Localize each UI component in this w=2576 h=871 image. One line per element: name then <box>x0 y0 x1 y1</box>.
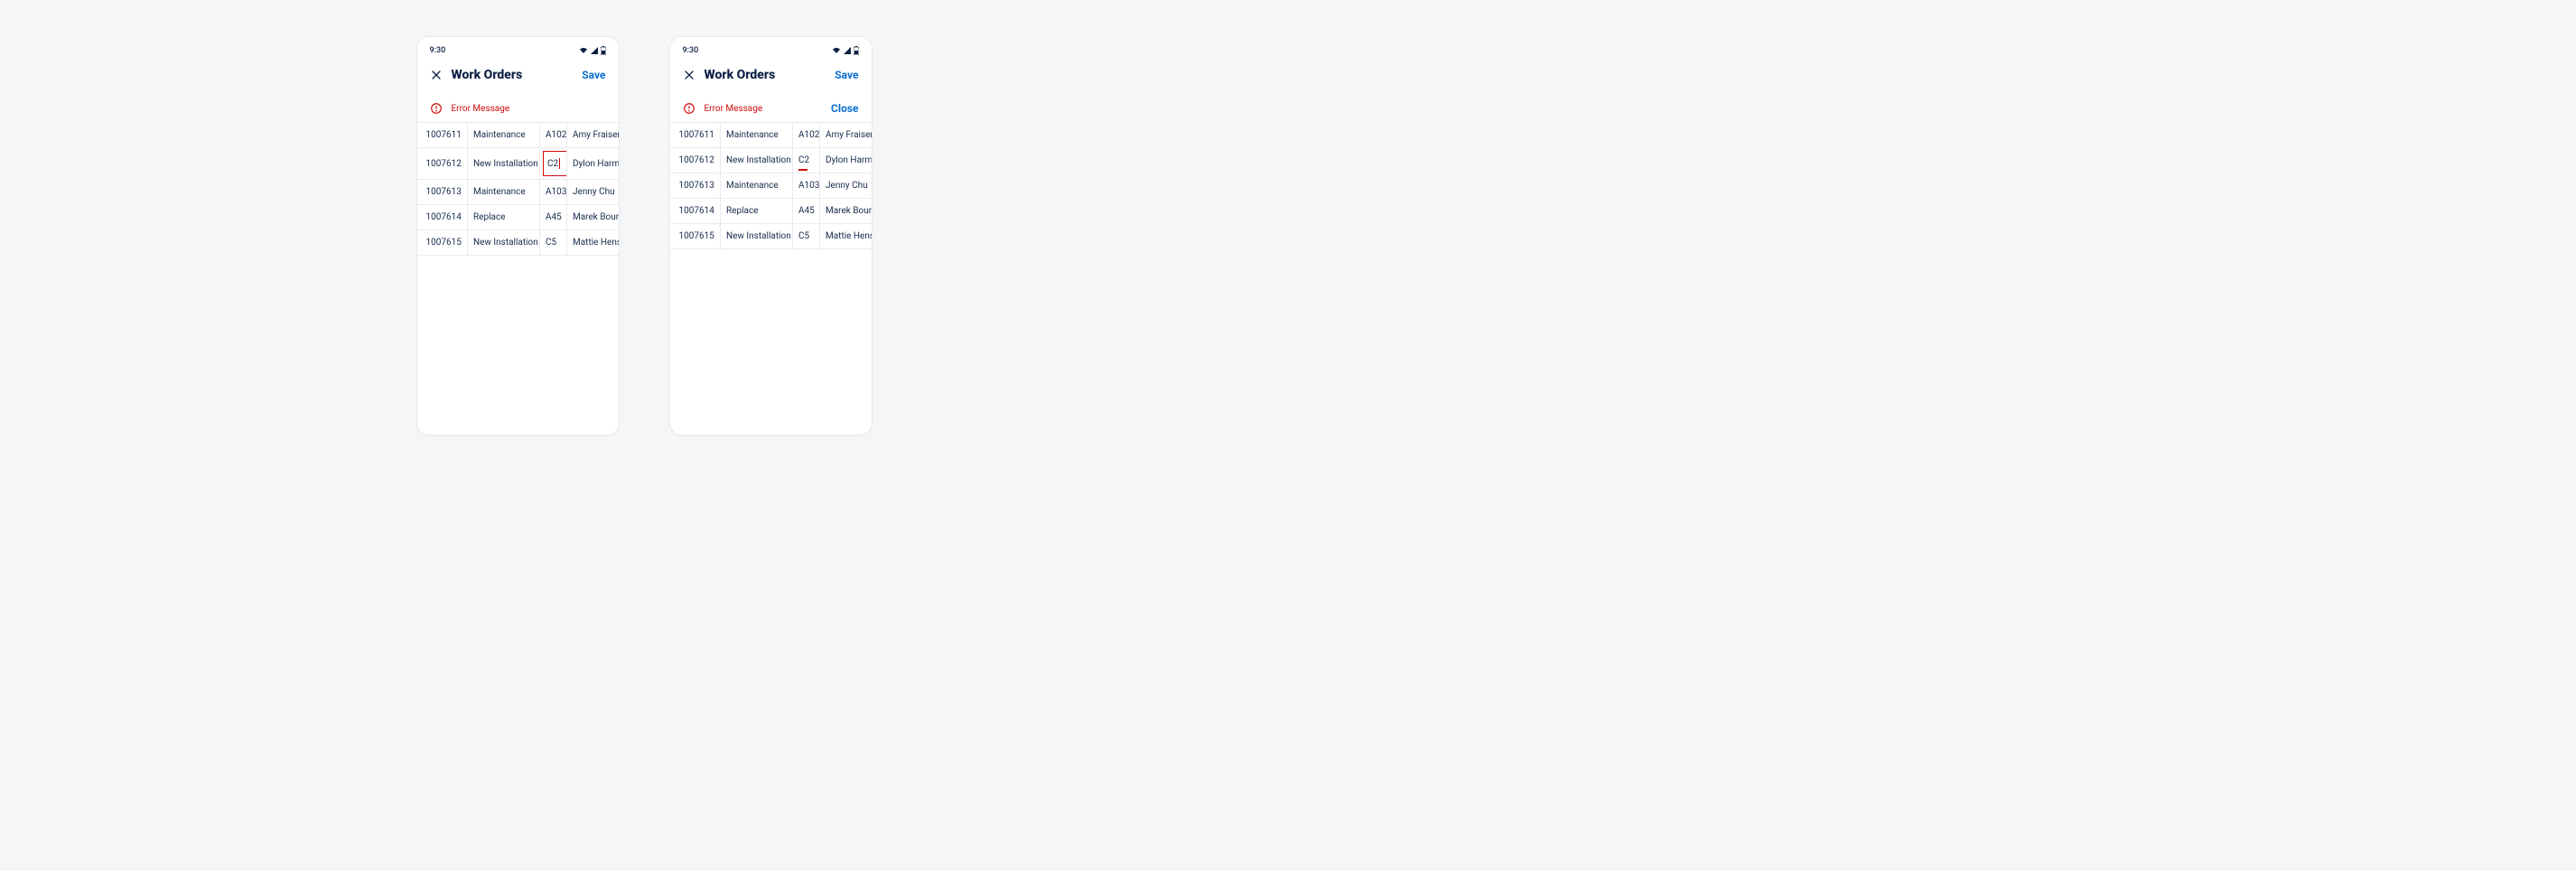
table-row[interactable]: 1007614 Replace A45 Marek Bourne <box>670 199 872 224</box>
table-row[interactable]: 1007613 Maintenance A103 Jenny Chu <box>417 180 619 205</box>
table-row[interactable]: 1007613 Maintenance A103 Jenny Chu <box>670 173 872 199</box>
phone-frame-2: 9:30 Work Orders Save <box>669 36 873 436</box>
cell-id[interactable]: 1007615 <box>670 224 721 249</box>
error-banner: Error Message Close <box>670 95 872 123</box>
cell-assignee[interactable]: Jenny Chu <box>820 173 872 199</box>
cell-assignee[interactable]: Marek Bourne <box>567 205 619 230</box>
page-title: Work Orders <box>452 68 583 82</box>
close-button[interactable]: Close <box>831 102 858 115</box>
cell-type[interactable]: New Installation <box>721 148 793 173</box>
status-time: 9:30 <box>683 46 699 55</box>
save-button[interactable]: Save <box>582 69 605 81</box>
error-text: Error Message <box>452 104 606 114</box>
cell-assignee[interactable]: Jenny Chu <box>567 180 619 205</box>
save-button[interactable]: Save <box>835 69 858 81</box>
cell-location-input[interactable]: C2 <box>540 148 567 180</box>
status-time: 9:30 <box>430 46 446 55</box>
table-row[interactable]: 1007615 New Installation C5 Mattie Henso… <box>417 230 619 256</box>
app-bar: Work Orders Save <box>417 59 619 95</box>
alert-icon <box>683 102 695 115</box>
work-orders-table: 1007611 Maintenance A102 Amy Fraiser 100… <box>670 123 872 249</box>
cell-id[interactable]: 1007611 <box>417 123 468 148</box>
cell-type[interactable]: Replace <box>721 199 793 224</box>
cell-assignee[interactable]: Dylon Harmon <box>567 148 619 180</box>
alert-icon <box>430 102 443 115</box>
cell-id[interactable]: 1007613 <box>417 180 468 205</box>
page-title: Work Orders <box>705 68 835 82</box>
table-row[interactable]: 1007614 Replace A45 Marek Bourne <box>417 205 619 230</box>
cell-type[interactable]: New Installation <box>468 230 540 256</box>
signal-icon <box>844 47 851 54</box>
cell-location[interactable]: A45 <box>793 199 820 224</box>
app-bar: Work Orders Save <box>670 59 872 95</box>
close-icon[interactable] <box>683 69 695 81</box>
cell-id[interactable]: 1007613 <box>670 173 721 199</box>
error-text: Error Message <box>705 104 823 114</box>
cell-type[interactable]: New Installation <box>468 148 540 180</box>
cell-type[interactable]: Maintenance <box>721 173 793 199</box>
cell-assignee[interactable]: Marek Bourne <box>820 199 872 224</box>
table-row[interactable]: 1007612 New Installation C2 Dylon Harmon <box>670 148 872 173</box>
cell-assignee[interactable]: Dylon Harmon <box>820 148 872 173</box>
cell-id[interactable]: 1007611 <box>670 123 721 148</box>
status-bar: 9:30 <box>417 37 619 59</box>
cell-type[interactable]: Maintenance <box>468 123 540 148</box>
table-row[interactable]: 1007612 New Installation C2 Dylon Harmon <box>417 148 619 180</box>
cell-id[interactable]: 1007614 <box>670 199 721 224</box>
cell-id[interactable]: 1007612 <box>670 148 721 173</box>
cell-type[interactable]: Maintenance <box>721 123 793 148</box>
cell-location[interactable]: A45 <box>540 205 567 230</box>
cell-type[interactable]: Maintenance <box>468 180 540 205</box>
cell-type[interactable]: Replace <box>468 205 540 230</box>
battery-icon <box>854 46 859 55</box>
cell-location[interactable]: C5 <box>540 230 567 256</box>
work-orders-table: 1007611 Maintenance A102 Amy Fraiser 100… <box>417 123 619 256</box>
wifi-icon <box>579 47 588 54</box>
cell-type[interactable]: New Installation <box>721 224 793 249</box>
wifi-icon <box>832 47 841 54</box>
cell-location-error[interactable]: C2 <box>793 148 820 173</box>
phone-frame-1: 9:30 Work Orders Save <box>416 36 620 436</box>
cell-id[interactable]: 1007614 <box>417 205 468 230</box>
cell-assignee[interactable]: Amy Fraiser <box>820 123 872 148</box>
cell-assignee[interactable]: Mattie Henson <box>567 230 619 256</box>
cell-id[interactable]: 1007615 <box>417 230 468 256</box>
cell-id[interactable]: 1007612 <box>417 148 468 180</box>
cell-assignee[interactable]: Mattie Henson <box>820 224 872 249</box>
error-banner: Error Message <box>417 95 619 123</box>
table-row[interactable]: 1007611 Maintenance A102 Amy Fraiser <box>417 123 619 148</box>
cell-location[interactable]: A102 <box>540 123 567 148</box>
battery-icon <box>601 46 606 55</box>
cell-location[interactable]: A103 <box>540 180 567 205</box>
cell-location[interactable]: A102 <box>793 123 820 148</box>
signal-icon <box>591 47 598 54</box>
table-row[interactable]: 1007615 New Installation C5 Mattie Henso… <box>670 224 872 249</box>
cell-assignee[interactable]: Amy Fraiser <box>567 123 619 148</box>
cell-location[interactable]: C5 <box>793 224 820 249</box>
status-bar: 9:30 <box>670 37 872 59</box>
close-icon[interactable] <box>430 69 443 81</box>
cell-location[interactable]: A103 <box>793 173 820 199</box>
table-row[interactable]: 1007611 Maintenance A102 Amy Fraiser <box>670 123 872 148</box>
